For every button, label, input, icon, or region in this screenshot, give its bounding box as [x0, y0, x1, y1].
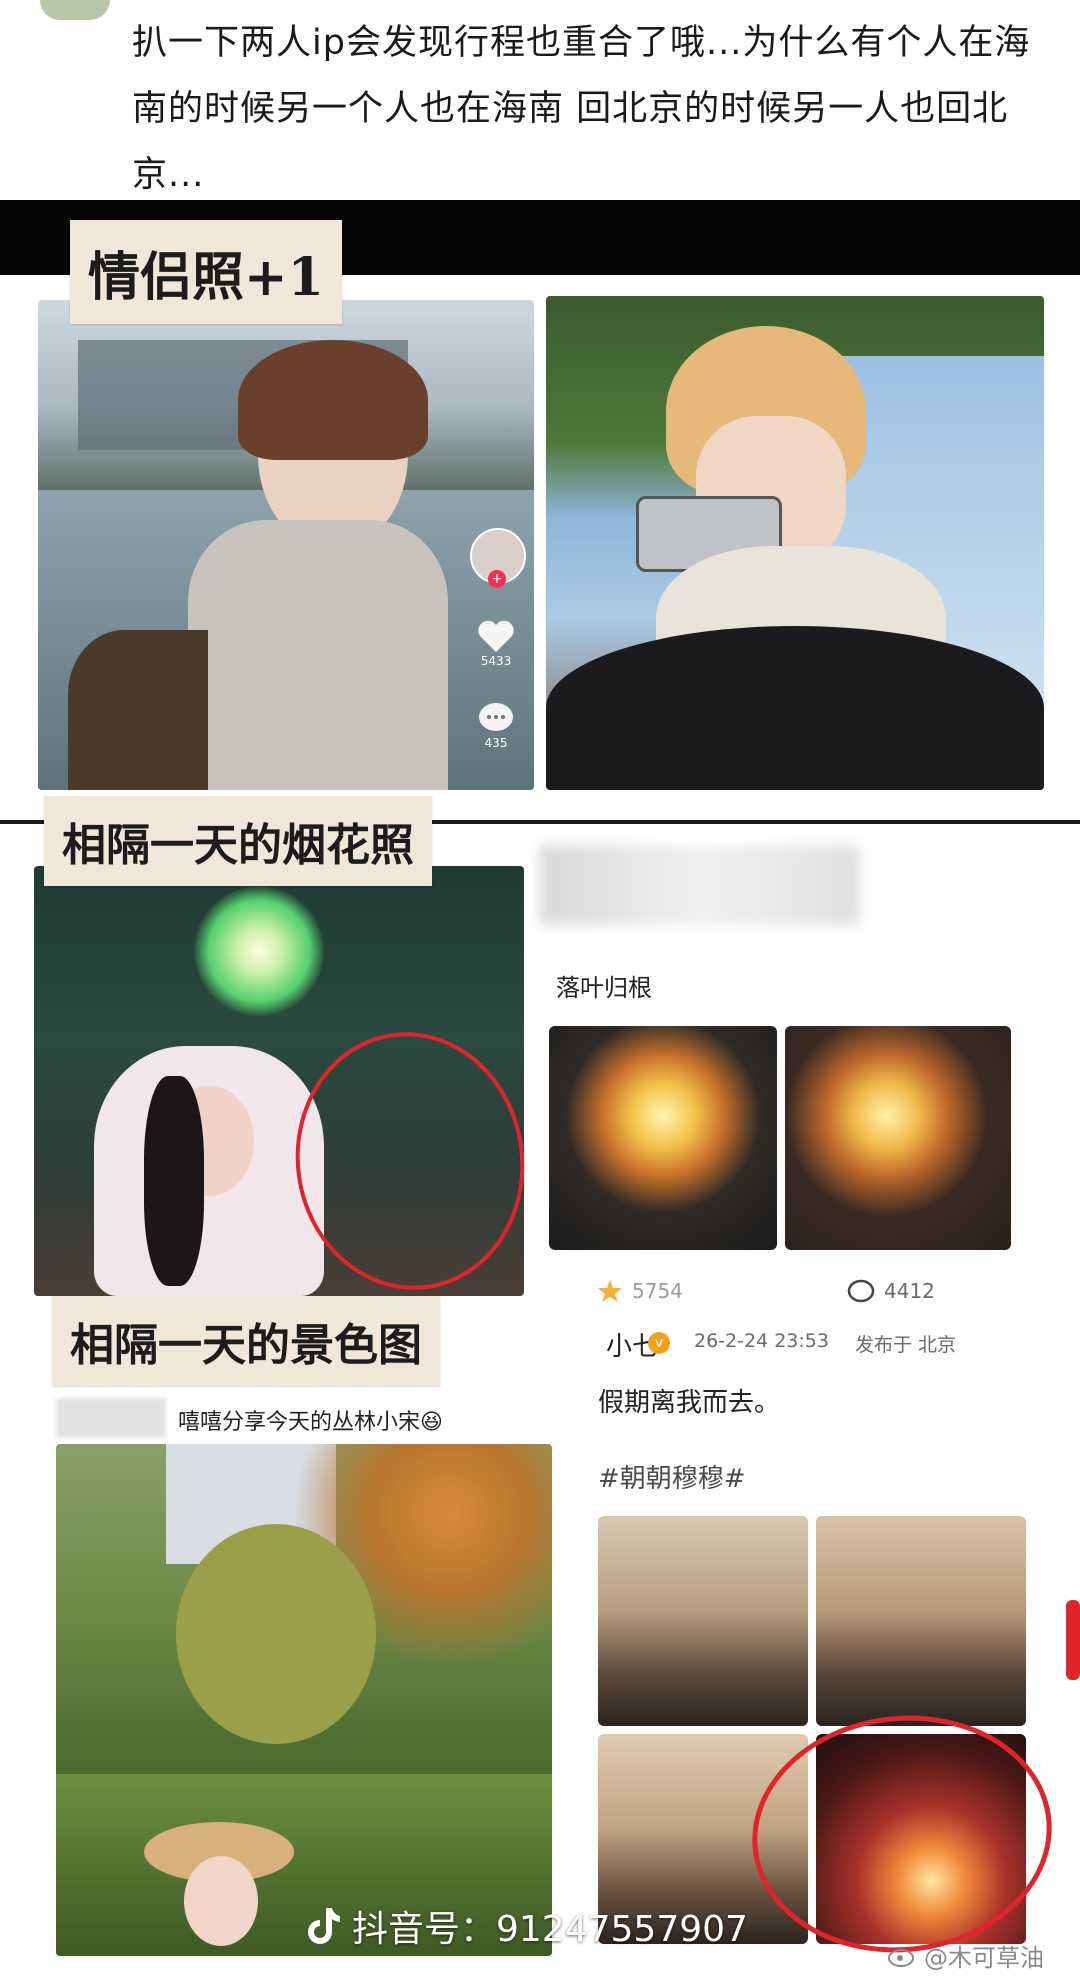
scenery-text: 假期离我而去。 — [598, 1388, 781, 1418]
section-label-scenery: 相隔一天的景色图 — [52, 1296, 440, 1386]
tiktok-logo-icon — [308, 1908, 340, 1944]
comment-count: 435 — [484, 736, 508, 750]
post-text: 扒一下两人ip会发现行程也重合了哦...为什么有个人在海南的时候另一个人也在海南… — [132, 23, 1031, 195]
blurred-username — [540, 845, 860, 925]
couple-photo-right — [546, 296, 1044, 790]
heart-icon — [478, 620, 514, 652]
scarf — [188, 520, 448, 790]
weibo-watermark: @木可草油 — [888, 1938, 1044, 1973]
fireworks-thumb-1[interactable] — [549, 1026, 777, 1250]
fireworks-comment-count: 4412 — [884, 1279, 935, 1303]
star-icon — [598, 1280, 622, 1302]
scenery-location: 发布于 北京 — [855, 1334, 957, 1356]
douyin-id: 抖音号：91247557907 — [352, 1909, 748, 1950]
scenery-thumb-2[interactable] — [816, 1516, 1026, 1726]
scenery-left-avatar — [56, 1398, 166, 1438]
fireworks-thumb-2[interactable] — [785, 1026, 1011, 1250]
fireworks-caption: 落叶归根 — [556, 974, 652, 1002]
bush — [176, 1524, 376, 1744]
avatar — [40, 0, 110, 20]
person-face — [184, 1856, 258, 1946]
section-label-fireworks: 相隔一天的烟花照 — [44, 796, 432, 886]
hair — [238, 340, 428, 460]
douyin-watermark: 抖音号：91247557907 — [306, 1900, 748, 1952]
weibo-handle: @木可草油 — [924, 1944, 1044, 1972]
like-count: 5433 — [480, 654, 512, 668]
comment-control[interactable]: 435 — [468, 700, 524, 750]
scenery-left-photo — [56, 1444, 552, 1956]
couple-photo-left: + 5433 435 — [38, 300, 534, 790]
weibo-logo-icon — [888, 1948, 914, 1967]
scenery-hashtag[interactable]: #朝朝穆穆# — [598, 1458, 746, 1495]
verified-badge: v — [648, 1332, 670, 1354]
scenery-timestamp: 26-2-24 23:53 — [694, 1330, 829, 1352]
follow-plus-icon[interactable]: + — [488, 570, 506, 588]
scenery-left-caption: 嘻嘻分享今天的丛林小宋😆 — [178, 1410, 443, 1435]
like-control[interactable]: 5433 — [468, 618, 524, 668]
section-label-couple: 情侣照+1 — [70, 220, 342, 324]
comment-icon — [847, 1279, 875, 1303]
fireworks-like-control[interactable]: 5754 — [596, 1278, 683, 1304]
person-hair — [144, 1076, 204, 1286]
scenery-thumb-1[interactable] — [598, 1516, 808, 1726]
comment-icon — [479, 703, 513, 731]
coat — [68, 630, 208, 790]
jacket — [546, 626, 1044, 790]
firework-burst — [194, 886, 324, 1016]
fireworks-comment-control[interactable]: 4412 — [846, 1278, 935, 1304]
red-mark-edge — [1066, 1600, 1080, 1680]
fireworks-like-count: 5754 — [632, 1279, 683, 1303]
